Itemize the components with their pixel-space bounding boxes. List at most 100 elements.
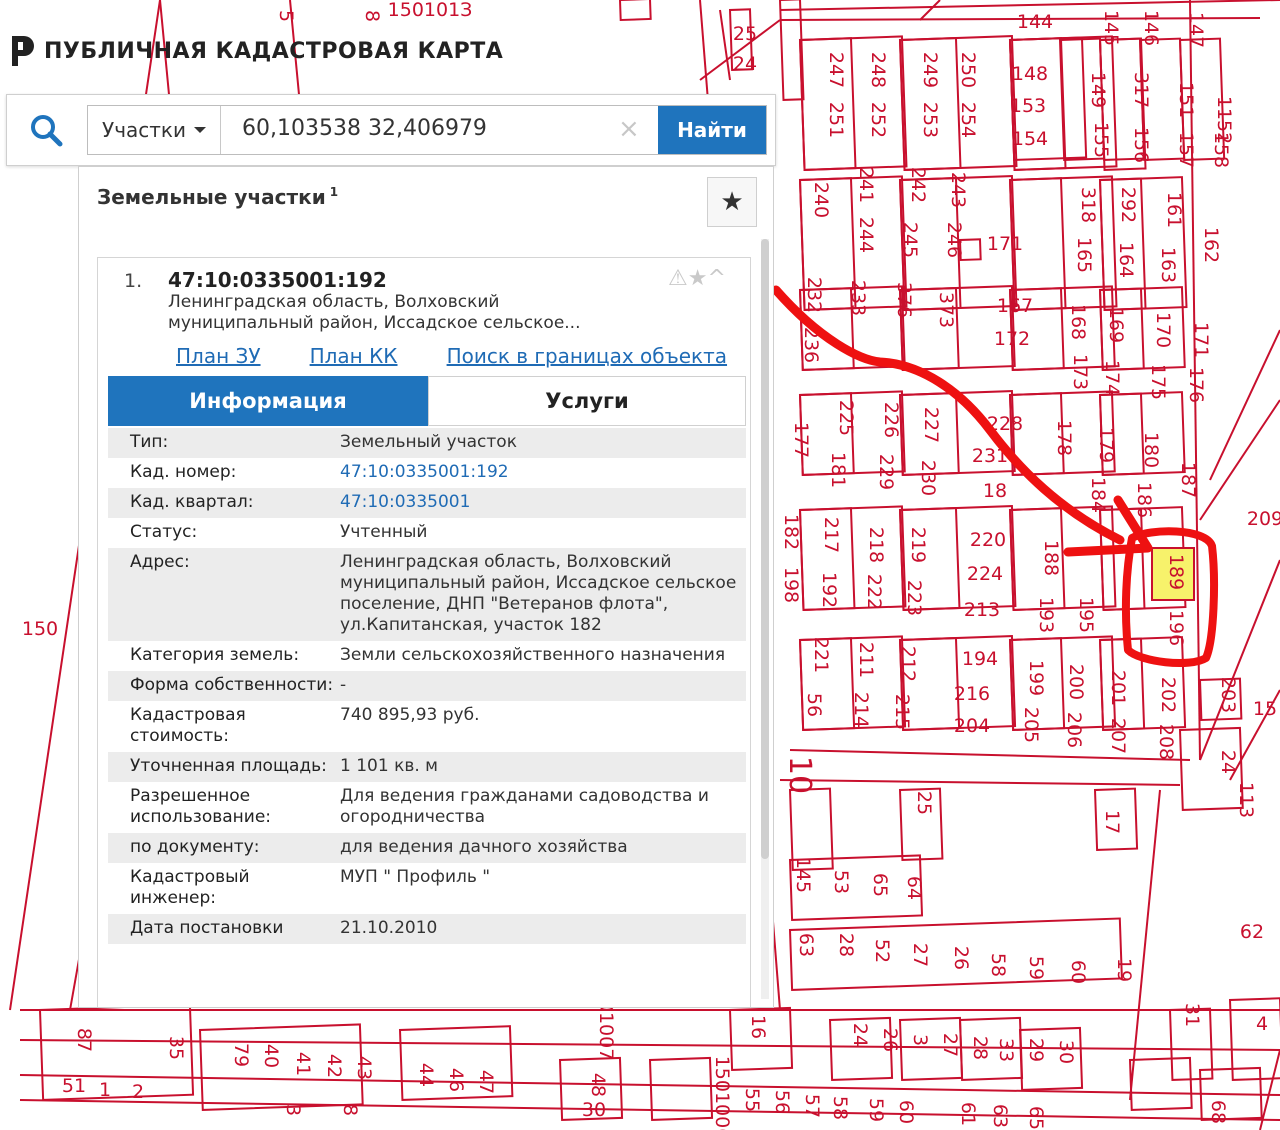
- parcel-label: 170: [1152, 312, 1174, 348]
- info-row: Кадастровый инженер: МУП " Профиль ": [108, 863, 746, 914]
- parcel-label: 318: [1077, 187, 1099, 223]
- favorite-button[interactable]: ★: [707, 177, 757, 227]
- clear-icon[interactable]: ×: [618, 114, 640, 144]
- info-row: Тип: Земельный участок: [108, 428, 746, 458]
- parcel-label: 68: [1207, 1100, 1229, 1124]
- parcel-label: 251: [825, 102, 847, 138]
- parcel-label: 222: [863, 574, 885, 610]
- parcel-label: 25: [733, 23, 757, 45]
- parcel-label: 208: [1155, 724, 1177, 760]
- parcel-label: 180: [1140, 432, 1162, 468]
- parcel-label: 61: [957, 1102, 979, 1126]
- parcel-label: 179: [1095, 427, 1117, 463]
- parcel-label: 57: [801, 1094, 823, 1118]
- info-key: Категория земель:: [130, 645, 300, 665]
- parcel-label: 240: [810, 182, 832, 218]
- parcel-label: 186: [1133, 482, 1155, 518]
- info-key: Статус:: [130, 522, 198, 542]
- parcel-label: 40: [260, 1044, 282, 1068]
- parcel-label: 56: [803, 693, 825, 717]
- parcel-label: 62: [1240, 921, 1264, 943]
- parcel-label: 28: [969, 1036, 991, 1060]
- parcel-label: 163: [1157, 247, 1179, 283]
- search-icon[interactable]: [29, 113, 63, 147]
- info-value[interactable]: 47:10:0335001:192: [340, 458, 746, 488]
- parcel-label: 167: [997, 295, 1033, 317]
- info-key: Адрес:: [108, 548, 340, 641]
- parcel-label: 230: [917, 460, 939, 496]
- parcel-label: 46: [445, 1068, 467, 1092]
- parcel-label: 173: [1069, 354, 1091, 390]
- parcel-label: 243: [947, 172, 969, 208]
- parcel-label: 153: [1010, 95, 1046, 117]
- info-key: Дата постановки: [108, 914, 340, 944]
- parcel-label: 158: [1210, 132, 1232, 168]
- info-value[interactable]: 47:10:0335001: [340, 488, 746, 518]
- result-cad-number[interactable]: 47:10:0335001:192: [168, 268, 387, 292]
- panel-header: Земельные участки 1: [97, 185, 338, 209]
- parcel-label: 204: [954, 715, 990, 737]
- parcel-label: 203: [1217, 677, 1239, 713]
- parcel-label: 174: [1101, 360, 1123, 396]
- info-row: Кад. номер: 47:10:0335001:192: [108, 458, 746, 488]
- parcel-label: 10: [782, 756, 817, 794]
- parcel-label: 63: [795, 933, 817, 957]
- parcel-label: 1: [99, 1079, 111, 1101]
- info-value: 1 101 кв. м: [340, 752, 746, 782]
- parcel-label: 151: [1175, 82, 1197, 118]
- parcel-label: 212: [897, 646, 919, 682]
- parcel-label: 58: [829, 1096, 851, 1120]
- tab-information[interactable]: Информация: [108, 376, 428, 426]
- parcel-label: 169: [1105, 307, 1127, 343]
- parcel-label: 65: [869, 873, 891, 897]
- parcel-label: 206: [1063, 712, 1085, 748]
- parcel-label: 3: [282, 1104, 304, 1116]
- info-key: Тип:: [108, 428, 340, 458]
- parcel-label: 242: [907, 167, 929, 203]
- parcel-label: 178: [1053, 420, 1075, 456]
- results-panel: Земельные участки 1 ★ 1. 47:10:0335001:19…: [78, 166, 774, 1008]
- parcel-label: 30: [582, 1099, 606, 1121]
- parcel-label: 150101З: [388, 0, 473, 21]
- parcel-label: 200: [1065, 664, 1087, 700]
- parcel-label: 215: [891, 694, 913, 730]
- parcel-label: 196: [1165, 610, 1187, 646]
- card-action-icons[interactable]: ⚠★^: [668, 266, 726, 291]
- parcel-label: 376: [893, 282, 915, 318]
- parcel-label: 247: [825, 52, 847, 88]
- tab-services[interactable]: Услуги: [428, 376, 746, 426]
- search-type-dropdown[interactable]: Участки: [88, 106, 221, 154]
- find-button[interactable]: Найти: [658, 106, 766, 154]
- parcel-label: 162: [1200, 227, 1222, 263]
- parcel-label: 195: [1075, 597, 1097, 633]
- parcel-label: 33: [995, 1038, 1017, 1062]
- parcel-label: 211: [855, 642, 877, 678]
- parcel-label: 199: [1025, 660, 1047, 696]
- parcel-label: 52: [871, 939, 893, 963]
- parcel-label: 26: [879, 1028, 901, 1052]
- parcel-label: 44: [415, 1063, 437, 1087]
- parcel-label: 28: [835, 933, 857, 957]
- parcel-label: 373: [935, 292, 957, 328]
- parcel-label: 217: [820, 517, 842, 553]
- parcel-label: 205: [1020, 707, 1042, 743]
- parcel-label: 53: [830, 870, 852, 894]
- parcel-label: 87: [73, 1028, 95, 1052]
- search-bar: Участки 60,103538 32,406979 × Найти: [6, 94, 776, 166]
- parcel-label: 253: [919, 102, 941, 138]
- parcel-label: 27: [939, 1033, 961, 1057]
- search-input[interactable]: 60,103538 32,406979: [242, 116, 487, 141]
- parcel-label: 177: [790, 422, 812, 458]
- info-row: Категория земель: Земли сельскохозяйствен…: [108, 641, 746, 671]
- parcel-label: 176: [1185, 367, 1207, 403]
- result-address: Ленинградская область, Волховский муници…: [168, 292, 581, 333]
- info-key: по документу:: [108, 833, 340, 863]
- parcel-label: 207: [1107, 718, 1129, 754]
- parcel-label: 30: [1055, 1040, 1077, 1064]
- scroll-thumb[interactable]: [761, 239, 769, 859]
- cadastre-logo-icon: [12, 36, 34, 66]
- parcel-label: 146: [1140, 10, 1162, 46]
- scrollbar[interactable]: [761, 239, 769, 999]
- parcel-label: 4: [1256, 1013, 1268, 1035]
- parcel-label: 245: [899, 222, 921, 258]
